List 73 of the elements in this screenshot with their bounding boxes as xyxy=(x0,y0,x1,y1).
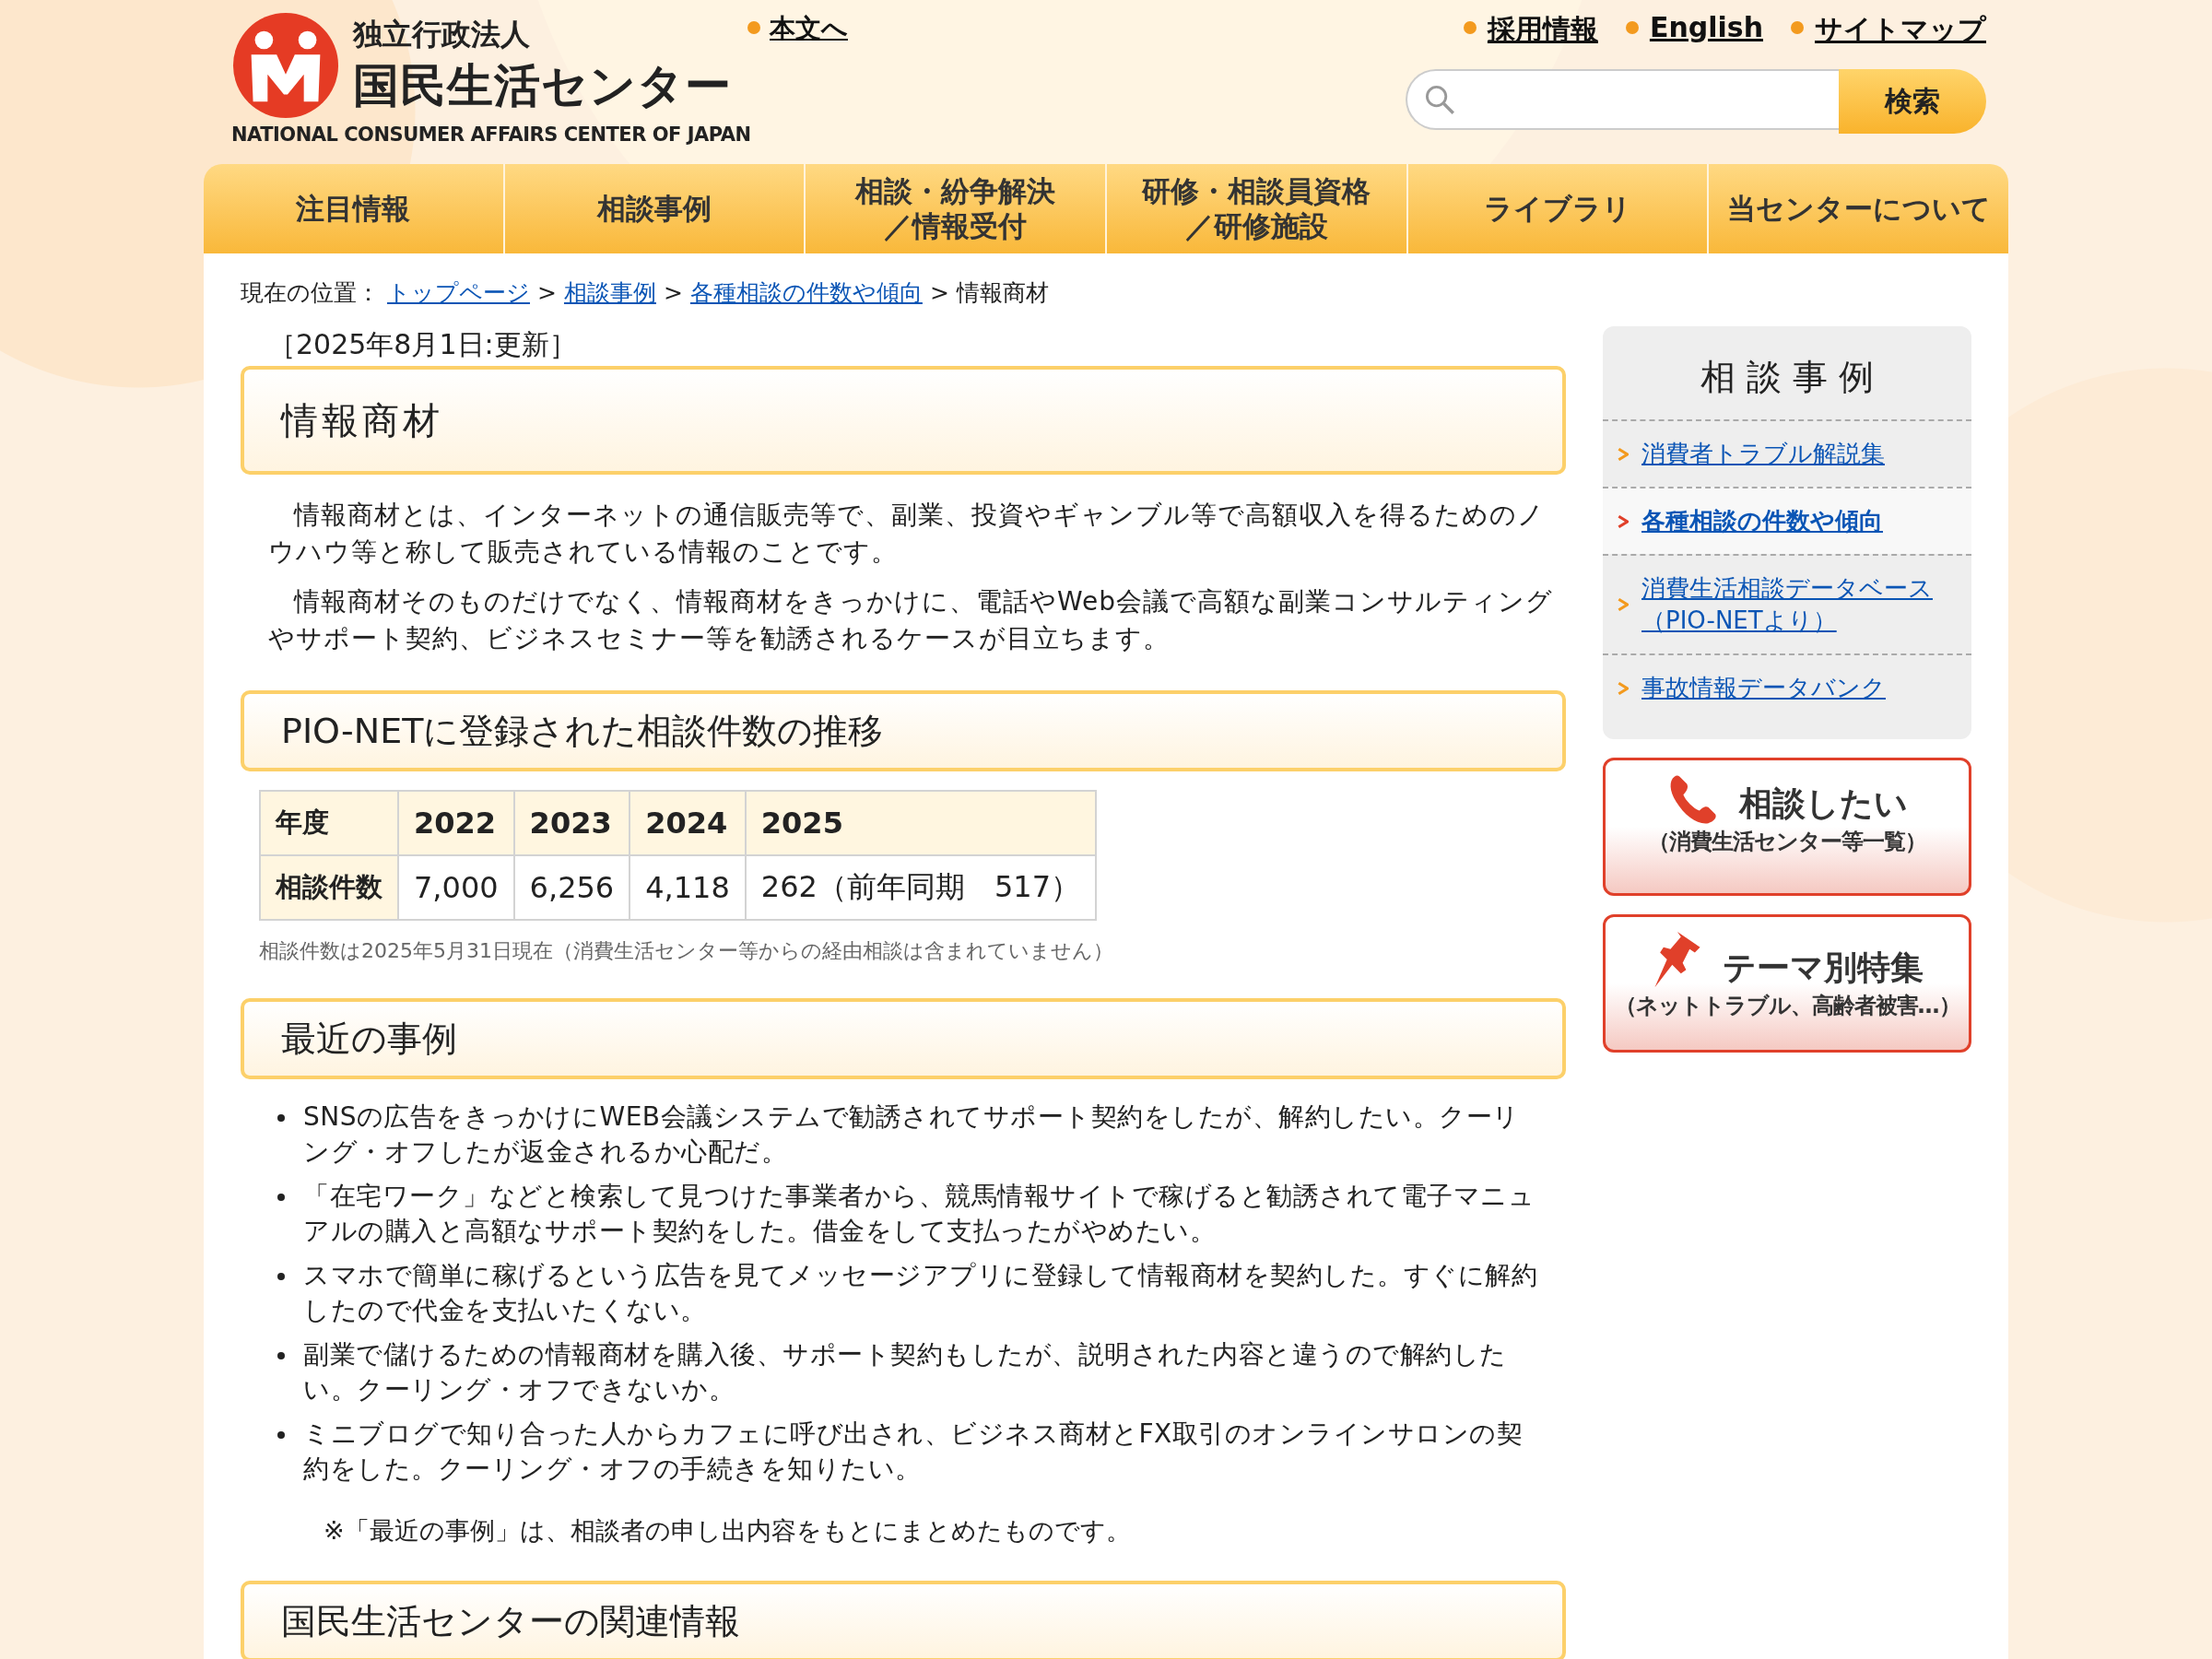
banner-subtitle: （ネットトラブル、高齢者被害…） xyxy=(1614,992,1960,1020)
case-text: ミニブログで知り合った人からカフェに呼び出され、ビジネス商材とFX取引のオンラインサロンの契約をした。クーリング・オフの手続きを知りたい。 xyxy=(303,1418,1524,1486)
bullet-dot xyxy=(1463,21,1477,34)
page-title: 情報商材 xyxy=(241,366,1566,475)
org-english-name: NATIONAL CONSUMER AFFAIRS CENTER OF JAPAN xyxy=(231,124,747,146)
nav-tab[interactable]: 当センターについて xyxy=(1709,164,2008,253)
bullet-icon xyxy=(277,1352,285,1359)
people-logo-icon xyxy=(231,11,340,120)
chevron-icon xyxy=(1618,681,1629,695)
breadcrumb-label: 現在の位置： xyxy=(241,278,380,308)
case-text: SNSの広告をきっかけにWEB会議システムで勧誘されてサポート契約をしたが、解約したい。クーリング・オフしたが返金されるか心配だ。 xyxy=(303,1100,1521,1169)
breadcrumb-current: 情報商材 xyxy=(956,278,1049,308)
table-cell: 7,000 xyxy=(398,855,514,920)
nav-tab[interactable]: 相談事例 xyxy=(504,164,806,253)
sidebar-title: 相 談 事 例 xyxy=(1699,356,1876,399)
chevron-icon xyxy=(1618,598,1629,611)
nav-tab[interactable]: 相談・紛争解決 ／情報受付 xyxy=(806,164,1107,253)
skip-link[interactable]: 本文へ xyxy=(770,11,848,46)
bullet-dot xyxy=(1625,21,1639,34)
bullet-icon xyxy=(277,1273,285,1280)
chevron-icon xyxy=(1618,447,1629,461)
table-cell: 6,256 xyxy=(513,855,630,920)
sidebar-link[interactable]: 消費生活相談データベース（PIO-NETより） xyxy=(1641,572,1936,637)
breadcrumb-separator: > xyxy=(929,279,949,306)
list-note: ※「最近の事例」は、相談者の申し出内容をもとにまとめたものです。 xyxy=(324,1515,1132,1547)
breadcrumb-separator: > xyxy=(537,279,557,306)
chevron-icon xyxy=(1618,514,1629,528)
sidebar-link[interactable]: 事故情報データバンク xyxy=(1641,672,1936,704)
bullet-icon xyxy=(277,1114,285,1122)
banner-subtitle: （消費生活センター等一覧） xyxy=(1648,828,1926,856)
column-header: 2023 xyxy=(513,791,630,855)
banner-button[interactable]: テーマ別特集 （ネットトラブル、高齢者被害…） xyxy=(1603,914,1971,1053)
banner-title: 相談したい xyxy=(1738,783,1908,824)
nav-tab[interactable]: 研修・相談員資格 ／研修施設 xyxy=(1107,164,1408,253)
search-button[interactable]: 検索 xyxy=(1839,69,1986,134)
sidebar-link[interactable]: 消費者トラブル解説集 xyxy=(1641,438,1936,470)
org-type: 独立行政法人 xyxy=(353,15,531,53)
case-text: スマホで簡単に稼げるという広告を見てメッセージアプリに登録して情報商材を契約した。すぐに解約したので代金を支払いたくない。 xyxy=(303,1259,1538,1327)
header-link[interactable]: English xyxy=(1649,11,1763,43)
breadcrumb-link[interactable]: トップページ xyxy=(387,277,530,308)
section-heading: 国民生活センターの関連情報 xyxy=(241,1581,1566,1659)
header-link[interactable]: サイトマップ xyxy=(1815,11,1986,49)
table-cell: 262（前年同期 517） xyxy=(745,855,1096,920)
column-header: 2024 xyxy=(629,791,746,855)
column-header: 2025 xyxy=(745,791,1096,855)
table-cell: 4,118 xyxy=(629,855,746,920)
bullet-icon xyxy=(277,1431,285,1439)
breadcrumb-separator: > xyxy=(663,279,683,306)
column-header: 2022 xyxy=(398,791,514,855)
nav-tab[interactable]: 注目情報 xyxy=(204,164,505,253)
column-header: 年度 xyxy=(260,791,398,855)
search-icon xyxy=(1424,84,1455,115)
search-field[interactable] xyxy=(1406,69,1839,130)
update-date: ［2025年8月1日:更新］ xyxy=(267,327,578,362)
section-heading: PIO-NETに登録された相談件数の推移 xyxy=(241,690,1566,771)
bullet-icon xyxy=(277,1194,285,1201)
nav-tab[interactable]: ライブラリ xyxy=(1407,164,1710,253)
bullet-dot xyxy=(747,21,760,34)
case-text: 「在宅ワーク」などと検索して見つけた事業者から、競馬情報サイトで稼げると勧誘されて電子マニュアルの購入と高額なサポート契約をした。借金をして支払ったがやめたい。 xyxy=(303,1180,1535,1248)
banner-title: テーマ別特集 xyxy=(1723,947,1924,988)
header-link[interactable]: 採用情報 xyxy=(1487,11,1598,49)
paragraph: 情報商材とは、インターネットの通信販売等で、副業、投資やギャンブル等で高額収入を得るためのノウハウ等と称して販売されている情報のことです。 xyxy=(268,499,1546,569)
sidebar-link[interactable]: 各種相談の件数や傾向 xyxy=(1641,505,1936,537)
bullet-dot xyxy=(1791,21,1804,34)
case-text: 副業で儲けるための情報商材を購入後、サポート契約もしたが、説明された内容と違うので解約したい。クーリング・オフできないか。 xyxy=(303,1338,1508,1406)
org-name: 国民生活センター xyxy=(353,57,732,114)
row-header: 相談件数 xyxy=(260,855,398,920)
breadcrumb-link[interactable]: 各種相談の件数や傾向 xyxy=(689,277,923,308)
paragraph: 情報商材そのものだけでなく、情報商材をきっかけに、電話やWeb会議で高額な副業コンサルティングやサポート契約、ビジネスセミナー等を勧誘されるケースが目立ちます。 xyxy=(268,585,1555,655)
banner-button[interactable]: 相談したい （消費生活センター等一覧） xyxy=(1603,758,1971,896)
breadcrumb-link[interactable]: 相談事例 xyxy=(563,277,656,308)
table-note: 相談件数は2025年5月31日現在（消費生活センター等からの経由相談は含まれていません） xyxy=(259,938,1114,964)
section-heading: 最近の事例 xyxy=(241,998,1566,1079)
